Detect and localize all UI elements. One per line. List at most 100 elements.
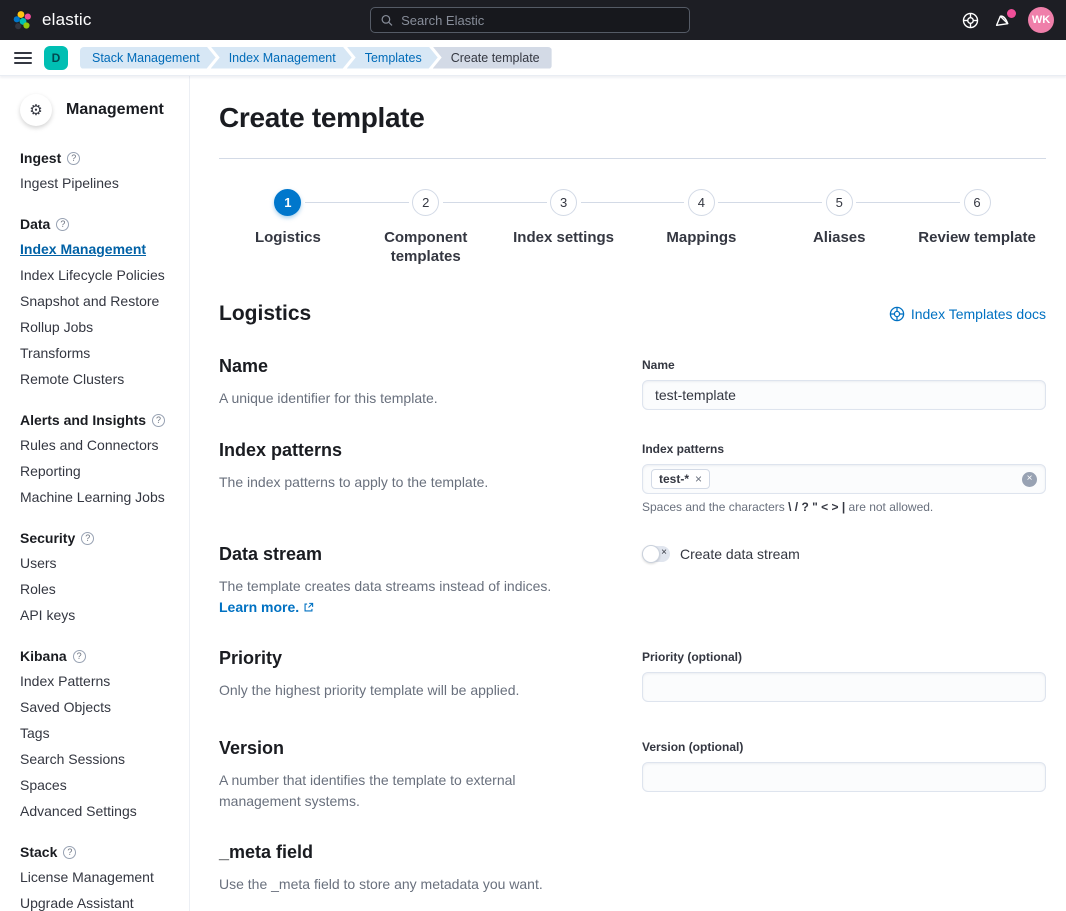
menu-icon[interactable] bbox=[14, 51, 32, 64]
sidebar-item-snapshot-and-restore[interactable]: Snapshot and Restore bbox=[20, 293, 181, 310]
newsfeed-icon[interactable] bbox=[995, 8, 1016, 29]
index-patterns-field-label: Index patterns bbox=[642, 442, 725, 456]
priority-description: Only the highest priority template will … bbox=[219, 682, 520, 698]
sidebar-item-ingest-pipelines[interactable]: Ingest Pipelines bbox=[20, 175, 181, 192]
meta-heading: _meta field bbox=[219, 842, 314, 862]
brand-name: elastic bbox=[42, 10, 92, 29]
section-heading-label: Security bbox=[20, 530, 76, 546]
tag-label: test-* bbox=[659, 472, 690, 486]
section-heading-label: Stack bbox=[20, 844, 58, 860]
breadcrumb-index-management[interactable]: Index Management bbox=[211, 47, 352, 69]
divider bbox=[219, 158, 1046, 159]
section-title: Logistics bbox=[219, 302, 312, 325]
step-number: 3 bbox=[550, 189, 578, 216]
question-icon: ? bbox=[63, 845, 77, 859]
sidebar-item-saved-objects[interactable]: Saved Objects bbox=[20, 699, 181, 716]
sidebar-item-api-keys[interactable]: API keys bbox=[20, 607, 181, 624]
docs-icon bbox=[889, 306, 905, 322]
step-component-templates[interactable]: 2 Component templates bbox=[356, 189, 495, 266]
step-mappings[interactable]: 4 Mappings bbox=[632, 189, 771, 266]
step-label: Index settings bbox=[513, 229, 614, 246]
question-icon: ? bbox=[72, 649, 86, 663]
section-heading-label: Ingest bbox=[20, 150, 62, 166]
breadcrumb-templates[interactable]: Templates bbox=[347, 47, 438, 69]
index-patterns-heading: Index patterns bbox=[219, 440, 343, 460]
space-badge[interactable]: D bbox=[44, 45, 68, 70]
step-index-settings[interactable]: 3 Index settings bbox=[494, 189, 633, 266]
management-sidebar: ⚙ Management Ingest ? Ingest Pipelines D… bbox=[0, 76, 190, 911]
version-row: Version A number that identifies the tem… bbox=[219, 738, 1046, 812]
meta-field-section: _meta field Use the _meta field to store… bbox=[219, 842, 1046, 911]
step-number: 2 bbox=[412, 189, 440, 216]
sidebar-section-alerts: Alerts and Insights ? Rules and Connecto… bbox=[20, 412, 181, 506]
step-label: Mappings bbox=[666, 229, 737, 246]
docs-link-label: Index Templates docs bbox=[910, 306, 1046, 322]
index-templates-docs-link[interactable]: Index Templates docs bbox=[889, 306, 1046, 322]
step-aliases[interactable]: 5 Aliases bbox=[770, 189, 908, 266]
data-stream-description: The template creates data streams instea… bbox=[219, 578, 552, 615]
help-icon[interactable] bbox=[962, 12, 979, 29]
sidebar-item-machine-learning-jobs[interactable]: Machine Learning Jobs bbox=[20, 489, 181, 506]
sidebar-item-license-management[interactable]: License Management bbox=[20, 869, 181, 886]
notification-dot bbox=[1007, 8, 1016, 18]
sidebar-item-advanced-settings[interactable]: Advanced Settings bbox=[20, 803, 181, 820]
sidebar-section-stack: Stack ? License Management Upgrade Assis… bbox=[20, 844, 181, 911]
remove-tag-icon[interactable]: × bbox=[695, 472, 702, 486]
name-input[interactable] bbox=[642, 380, 1046, 410]
step-label: Logistics bbox=[254, 229, 321, 246]
sidebar-section-data: Data ? Index Management Index Lifecycle … bbox=[20, 216, 181, 388]
create-data-stream-toggle[interactable]: × bbox=[642, 545, 670, 563]
step-label: Aliases bbox=[812, 229, 866, 246]
sidebar-item-rules-and-connectors[interactable]: Rules and Connectors bbox=[20, 437, 181, 454]
step-logistics[interactable]: 1 Logistics bbox=[219, 189, 357, 266]
sidebar-item-index-management[interactable]: Index Management bbox=[20, 241, 181, 258]
sidebar-section-security: Security ? Users Roles API keys bbox=[20, 530, 181, 624]
clear-combobox-icon[interactable]: × bbox=[1022, 471, 1037, 487]
sidebar-section-kibana: Kibana ? Index Patterns Saved Objects Ta… bbox=[20, 648, 181, 820]
sidebar-item-rollup-jobs[interactable]: Rollup Jobs bbox=[20, 319, 181, 336]
data-stream-heading: Data stream bbox=[219, 544, 323, 564]
search-input[interactable] bbox=[401, 12, 679, 28]
user-avatar[interactable]: WK bbox=[1028, 7, 1054, 33]
question-icon: ? bbox=[152, 413, 166, 427]
sidebar-item-index-lifecycle-policies[interactable]: Index Lifecycle Policies bbox=[20, 267, 181, 284]
toggle-knob bbox=[642, 545, 660, 563]
sidebar-item-transforms[interactable]: Transforms bbox=[20, 345, 181, 362]
sidebar-item-remote-clusters[interactable]: Remote Clusters bbox=[20, 371, 181, 388]
name-field-label: Name bbox=[642, 358, 675, 372]
global-header: elastic WK bbox=[0, 0, 1066, 40]
sidebar-title: ⚙ Management bbox=[20, 94, 181, 126]
create-data-stream-label: Create data stream bbox=[680, 546, 800, 562]
sidebar-item-roles[interactable]: Roles bbox=[20, 581, 181, 598]
step-review-template[interactable]: 6 Review template bbox=[908, 189, 1046, 266]
sidebar-item-users[interactable]: Users bbox=[20, 555, 181, 572]
question-icon: ? bbox=[56, 217, 70, 231]
sidebar-title-label: Management bbox=[66, 101, 164, 118]
step-number: 4 bbox=[687, 189, 715, 216]
sidebar-item-tags[interactable]: Tags bbox=[20, 725, 181, 742]
data-stream-row: Data stream The template creates data st… bbox=[219, 544, 1046, 618]
index-patterns-help: Spaces and the characters \ / ? " < > | … bbox=[642, 500, 934, 514]
learn-more-link[interactable]: Learn more. bbox=[219, 599, 299, 615]
index-patterns-combobox[interactable]: test-* × × bbox=[642, 464, 1046, 494]
sidebar-item-upgrade-assistant[interactable]: Upgrade Assistant bbox=[20, 895, 181, 911]
sidebar-item-spaces[interactable]: Spaces bbox=[20, 777, 181, 794]
elastic-logo bbox=[13, 11, 31, 30]
question-icon: ? bbox=[81, 531, 95, 545]
breadcrumb: Stack Management Index Management Templa… bbox=[80, 46, 552, 69]
priority-input[interactable] bbox=[642, 672, 1046, 702]
sidebar-item-search-sessions[interactable]: Search Sessions bbox=[20, 751, 181, 768]
priority-row: Priority Only the highest priority templ… bbox=[219, 648, 1046, 702]
elastic-brand[interactable]: elastic bbox=[12, 9, 92, 31]
step-number: 5 bbox=[825, 189, 853, 216]
step-label: Review template bbox=[918, 229, 1036, 246]
section-heading-label: Kibana bbox=[20, 648, 67, 664]
step-number: 1 bbox=[274, 189, 302, 216]
sidebar-item-index-patterns[interactable]: Index Patterns bbox=[20, 673, 181, 690]
version-description: A number that identifies the template to… bbox=[219, 772, 516, 809]
breadcrumb-stack-management[interactable]: Stack Management bbox=[80, 47, 216, 69]
version-input[interactable] bbox=[642, 762, 1046, 792]
global-search[interactable] bbox=[370, 7, 690, 33]
gear-icon: ⚙ bbox=[20, 94, 52, 126]
sidebar-item-reporting[interactable]: Reporting bbox=[20, 463, 181, 480]
